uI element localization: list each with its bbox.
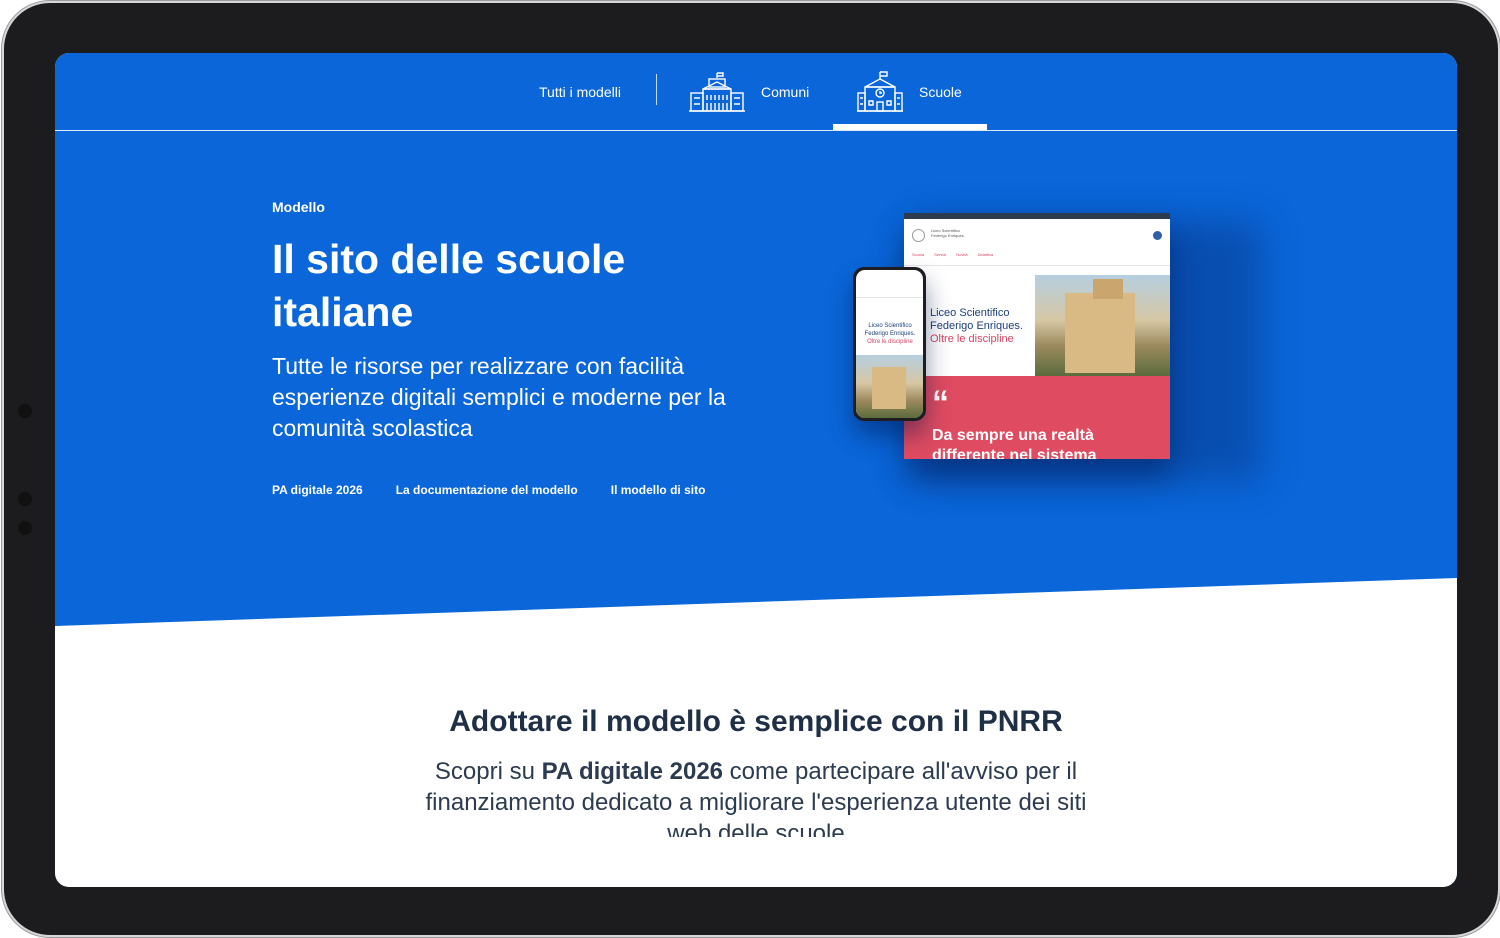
section-text-bold: PA digitale 2026 xyxy=(541,758,724,785)
tablet-frame: Tutti i modelli Comuni Scuole Modello Il… xyxy=(4,3,1498,935)
building-tower-shape xyxy=(1093,279,1123,299)
section-title: Adottare il modello è semplice con il PN… xyxy=(449,705,1063,738)
mockup-brand-line: Federigo Enriques. xyxy=(931,233,965,238)
mockup-school-line: Federigo Enriques. xyxy=(930,320,1023,332)
nav-tab-tutti-i-modelli[interactable]: Tutti i modelli xyxy=(539,53,621,131)
avatar-icon xyxy=(1153,231,1162,240)
mockup-header: Liceo Scientifico Federigo Enriques. Scu… xyxy=(904,219,1170,266)
emblem-icon xyxy=(912,229,925,242)
nav-divider xyxy=(656,74,657,105)
hero-eyebrow: Modello xyxy=(272,199,325,215)
side-button xyxy=(18,404,32,418)
nav-tab-comuni[interactable]: Comuni xyxy=(689,53,809,131)
phone-school-photo xyxy=(856,355,923,418)
mockup-school-tagline: Oltre le discipline xyxy=(930,333,1014,345)
building-shape xyxy=(872,367,906,409)
nav-tab-label: Scuole xyxy=(919,84,962,100)
mockup-quote-block: “ Da sempre una realtà differente nel si… xyxy=(904,376,1170,459)
mockup-quote-text: Da sempre una realtà differente nel sist… xyxy=(932,427,1097,459)
school-building-icon xyxy=(857,71,903,112)
hero-links: PA digitale 2026 La documentazione del m… xyxy=(272,483,738,497)
nav-tab-label: Comuni xyxy=(761,84,810,100)
mockup-menu-item: Scuola xyxy=(912,252,925,257)
link-documentazione[interactable]: La documentazione del modello xyxy=(396,483,578,497)
quote-icon: “ xyxy=(932,384,949,422)
hero-subtitle: Tutte le risorse per realizzare con faci… xyxy=(272,353,726,441)
mockup-menu: Scuola Servizi Novità Didattica xyxy=(912,252,1003,257)
top-nav: Tutti i modelli Comuni Scuole xyxy=(55,53,1457,131)
link-modello-di-sito[interactable]: Il modello di sito xyxy=(611,483,706,497)
section-text: Scopri su PA digitale 2026 come partecip… xyxy=(415,756,1097,837)
phone-header xyxy=(856,270,923,298)
page-title: Il sito delle scuole italiane xyxy=(272,236,626,335)
mockup-school-name: Liceo Scientifico Federigo Enriques. Olt… xyxy=(930,307,1023,346)
building-shape xyxy=(1065,293,1135,373)
mockup-menu-item: Novità xyxy=(956,252,968,257)
school-photo xyxy=(1035,275,1170,376)
side-button xyxy=(18,521,32,535)
desktop-mockup: Liceo Scientifico Federigo Enriques. Scu… xyxy=(904,213,1170,459)
phone-screen: Liceo Scientifico Federigo Enriques. Olt… xyxy=(856,270,923,418)
nav-tab-scuole[interactable]: Scuole xyxy=(857,53,962,131)
screen: Tutti i modelli Comuni Scuole Modello Il… xyxy=(55,53,1457,887)
nav-tab-label: Tutti i modelli xyxy=(539,84,621,100)
active-tab-indicator xyxy=(833,124,987,130)
town-hall-icon xyxy=(689,72,745,112)
link-pa-digitale-2026[interactable]: PA digitale 2026 xyxy=(272,483,363,497)
section-text-part: Scopri su xyxy=(434,758,542,785)
phone-mockup: Liceo Scientifico Federigo Enriques. Olt… xyxy=(853,267,926,421)
side-button xyxy=(18,492,32,506)
phone-school-name: Liceo Scientifico Federigo Enriques. Olt… xyxy=(862,322,918,346)
phone-school-line: Liceo Scientifico xyxy=(868,323,912,329)
mockup-menu-item: Servizi xyxy=(934,252,947,257)
mockup-brand: Liceo Scientifico Federigo Enriques. xyxy=(931,228,965,238)
phone-school-line: Federigo Enriques. xyxy=(864,331,916,337)
mockup-school-line: Liceo Scientifico xyxy=(930,307,1010,319)
mockup-menu-item: Didattica xyxy=(977,252,994,257)
phone-school-tagline: Oltre le discipline xyxy=(867,339,913,345)
